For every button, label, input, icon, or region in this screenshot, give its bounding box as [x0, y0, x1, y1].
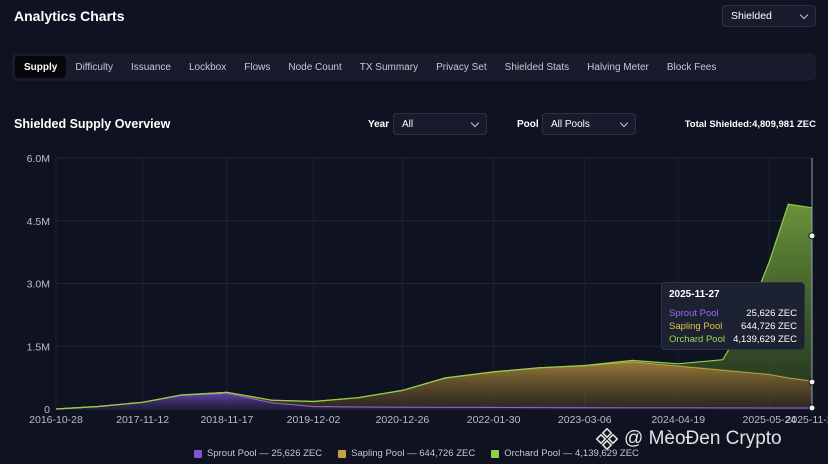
hover-point-sapling-pool: [808, 378, 816, 386]
y-tick-label: 6.0M: [27, 153, 50, 165]
tab-privacy-set[interactable]: Privacy Set: [427, 56, 496, 78]
hover-point-sprout-pool: [808, 404, 816, 412]
tab-shielded-stats[interactable]: Shielded Stats: [496, 56, 579, 78]
y-tick-label: 1.5M: [27, 341, 50, 353]
x-tick-label: 2023-03-06: [558, 414, 612, 426]
tab-tx-summary[interactable]: TX Summary: [351, 56, 427, 78]
tooltip-date: 2025-11-27: [669, 289, 720, 300]
pool-type-value: Shielded: [731, 10, 772, 22]
tooltip-value-sapling: 644,726 ZEC: [741, 321, 797, 332]
y-axis: 01.5M3.0M4.5M6.0M: [27, 153, 51, 416]
legend-item-sprout[interactable]: Sprout Pool — 25,626 ZEC: [194, 448, 322, 459]
chevron-down-icon: [799, 10, 809, 19]
x-axis: 2016-10-28 2017-11-12 2018-11-17 2019-12-02…: [29, 414, 828, 426]
tooltip-value-orchard: 4,139,629 ZEC: [733, 334, 797, 345]
year-select-value: All: [402, 118, 414, 130]
tooltip-label-sprout: Sprout Pool: [669, 308, 719, 319]
tab-issuance[interactable]: Issuance: [122, 56, 180, 78]
tooltip-value-sprout: 25,626 ZEC: [746, 308, 797, 319]
pool-type-select[interactable]: Shielded: [722, 5, 816, 27]
legend-swatch-sprout: [194, 449, 202, 458]
watermark-text: @ MèoĐen Crypto: [624, 428, 782, 449]
chevron-down-icon: [470, 118, 480, 127]
tooltip-row-sapling: Sapling Pool 644,726 ZEC: [669, 320, 797, 333]
tab-flows[interactable]: Flows: [235, 56, 279, 78]
x-tick-label: 2022-01-30: [467, 414, 521, 426]
page-title: Analytics Charts: [14, 8, 125, 24]
y-tick-label: 4.5M: [27, 216, 50, 228]
tab-halving-meter[interactable]: Halving Meter: [578, 56, 658, 78]
chevron-down-icon: [619, 118, 629, 127]
pool-select[interactable]: All Pools: [542, 113, 636, 135]
legend-item-sapling[interactable]: Sapling Pool — 644,726 ZEC: [338, 448, 475, 459]
x-tick-label: 2024-04-19: [651, 414, 705, 426]
x-tick-label: 2020-12-26: [376, 414, 430, 426]
tooltip-row-orchard: Orchard Pool 4,139,629 ZEC: [669, 333, 797, 346]
tooltip-row-sprout: Sprout Pool 25,626 ZEC: [669, 307, 797, 320]
total-shielded: Total Shielded:4,809,981 ZEC: [685, 119, 816, 130]
x-tick-label: 2017-11-12: [116, 414, 169, 426]
tab-lockbox[interactable]: Lockbox: [180, 56, 235, 78]
tab-block-fees[interactable]: Block Fees: [658, 56, 725, 78]
pool-label: Pool: [517, 119, 539, 130]
tab-supply[interactable]: Supply: [15, 56, 67, 78]
pool-select-value: All Pools: [551, 118, 590, 130]
analytics-page: Analytics Charts Shielded Supply Difficu…: [0, 0, 828, 464]
binance-logo-icon: [596, 428, 618, 450]
tab-difficulty[interactable]: Difficulty: [66, 56, 122, 78]
x-tick-label: 2018-11-17: [200, 414, 253, 426]
legend-label-sapling: Sapling Pool — 644,726 ZEC: [351, 448, 476, 459]
legend-swatch-sapling: [338, 449, 347, 458]
section-title: Shielded Supply Overview: [14, 117, 171, 131]
chart-legend: Sprout Pool — 25,626 ZEC Sapling Pool — …: [194, 448, 639, 459]
y-tick-label: 3.0M: [27, 279, 50, 291]
tooltip-label-orchard: Orchard Pool: [669, 334, 725, 345]
legend-label-sprout: Sprout Pool — 25,626 ZEC: [207, 448, 323, 459]
total-shielded-value: 4,809,981 ZEC: [752, 119, 816, 130]
x-tick-label: 2019-12-02: [287, 414, 341, 426]
tab-node-count[interactable]: Node Count: [279, 56, 350, 78]
year-select[interactable]: All: [393, 113, 487, 135]
legend-swatch-orchard: [491, 449, 500, 458]
year-label: Year: [368, 119, 390, 130]
chart-tooltip: 2025-11-27 Sprout Pool 25,626 ZEC Saplin…: [661, 282, 805, 350]
hover-point-orchard-pool: [808, 232, 816, 240]
x-tick-label: 2016-10-28: [29, 414, 83, 426]
total-shielded-label: Total Shielded:: [684, 119, 753, 130]
chart-tabs: Supply Difficulty Issuance Lockbox Flows…: [12, 53, 816, 81]
x-tick-label: 2025-11-27: [786, 414, 828, 426]
watermark: @ MèoĐen Crypto: [596, 428, 782, 450]
tooltip-label-sapling: Sapling Pool: [669, 321, 723, 332]
